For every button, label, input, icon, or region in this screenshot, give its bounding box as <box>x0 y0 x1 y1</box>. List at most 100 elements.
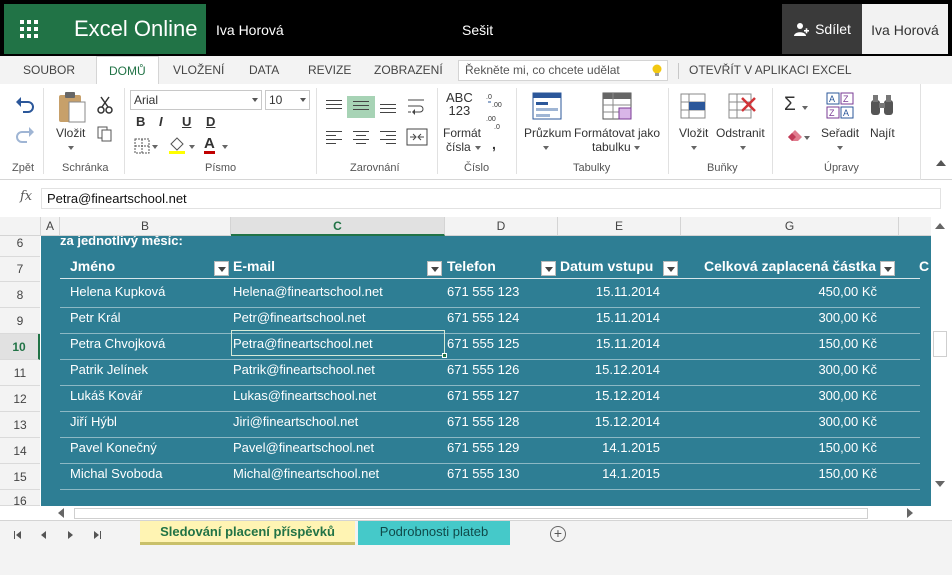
account-button[interactable]: Iva Horová <box>862 4 948 54</box>
scroll-up-icon[interactable] <box>935 223 945 229</box>
cell-email[interactable]: Jiri@fineartschool.net <box>233 414 358 429</box>
filter-dropdown-phone[interactable] <box>541 261 556 276</box>
fill-handle[interactable] <box>442 353 447 358</box>
font-color-dropdown-arrow[interactable] <box>222 145 228 149</box>
cell-amount[interactable]: 150,00 Kč <box>818 466 877 481</box>
align-center-button[interactable] <box>353 131 369 144</box>
column-header-b[interactable]: B <box>60 217 231 236</box>
borders-icon[interactable] <box>134 138 150 154</box>
add-sheet-button[interactable]: + <box>550 526 566 542</box>
share-button[interactable]: Sdílet <box>782 4 862 54</box>
fill-color-icon[interactable] <box>168 136 186 154</box>
cell-amount[interactable]: 150,00 Kč <box>818 440 877 455</box>
formula-input[interactable]: Petra@fineartschool.net <box>41 188 941 209</box>
cell-name[interactable]: Jiří Hýbl <box>70 414 117 429</box>
cell-phone[interactable]: 671 555 125 <box>447 336 519 351</box>
align-top-button[interactable] <box>326 100 342 109</box>
paste-label[interactable]: Vložit <box>56 126 85 140</box>
cell-email[interactable]: Patrik@fineartschool.net <box>233 362 375 377</box>
paste-icon[interactable] <box>57 90 87 124</box>
filter-dropdown-date[interactable] <box>663 261 678 276</box>
cell-amount[interactable]: 300,00 Kč <box>818 362 877 377</box>
cell-amount[interactable]: 300,00 Kč <box>818 388 877 403</box>
number-format-dropdown-arrow[interactable] <box>475 146 481 150</box>
align-right-button[interactable] <box>380 131 396 144</box>
column-header-d[interactable]: D <box>445 217 558 236</box>
align-left-button[interactable] <box>326 131 342 144</box>
filter-dropdown-amount[interactable] <box>880 261 895 276</box>
cell-email[interactable]: Pavel@fineartschool.net <box>233 440 374 455</box>
row-header-8[interactable]: 8 <box>0 282 40 308</box>
cell-phone[interactable]: 671 555 124 <box>447 310 519 325</box>
fill-color-dropdown-arrow[interactable] <box>189 145 195 149</box>
row-header-14[interactable]: 14 <box>0 438 40 464</box>
italic-button[interactable]: I <box>159 114 163 129</box>
autosum-dropdown-arrow[interactable] <box>802 106 808 110</box>
cell-email[interactable]: Michal@fineartschool.net <box>233 466 379 481</box>
delete-cells-dropdown-arrow[interactable] <box>740 146 746 150</box>
tab-zobrazeni[interactable]: ZOBRAZENÍ <box>374 56 443 84</box>
insert-cells-icon[interactable] <box>680 92 706 120</box>
function-icon[interactable]: fx <box>20 189 40 209</box>
app-name[interactable]: Excel Online <box>54 4 206 54</box>
eraser-icon[interactable] <box>786 128 804 142</box>
cell-name[interactable]: Patrik Jelínek <box>70 362 148 377</box>
spreadsheet-grid[interactable]: za jednotlivý měsíc: Jméno E-mail Telefo… <box>41 236 931 506</box>
open-in-excel-link[interactable]: OTEVŘÍT V APLIKACI EXCEL <box>689 56 852 84</box>
tab-domu[interactable]: DOMŮ <box>96 56 159 84</box>
row-header-6[interactable]: 6 <box>0 236 40 257</box>
document-name[interactable]: Sešit <box>462 0 493 56</box>
format-as-table-label-2[interactable]: tabulku <box>592 140 631 154</box>
number-format-label-2[interactable]: čísla <box>446 140 471 154</box>
cell-email[interactable]: Lukas@fineartschool.net <box>233 388 376 403</box>
row-header-16[interactable]: 16 <box>0 490 40 506</box>
vertical-scrollbar[interactable] <box>931 217 952 506</box>
last-sheet-icon[interactable] <box>94 531 99 539</box>
cell-phone[interactable]: 671 555 126 <box>447 362 519 377</box>
active-cell-outline[interactable] <box>231 330 445 356</box>
filter-dropdown-name[interactable] <box>214 261 229 276</box>
app-launcher-button[interactable] <box>4 4 54 54</box>
scroll-left-icon[interactable] <box>58 508 64 518</box>
next-sheet-icon[interactable] <box>68 531 73 539</box>
cell-date[interactable]: 15.12.2014 <box>595 414 660 429</box>
cut-icon[interactable] <box>97 96 113 114</box>
cell-date[interactable]: 15.11.2014 <box>596 284 660 299</box>
sort-dropdown-arrow[interactable] <box>837 146 843 150</box>
survey-label[interactable]: Průzkum <box>524 126 571 140</box>
row-header-11[interactable]: 11 <box>0 360 40 386</box>
sort-filter-icon[interactable]: A Z Z A <box>826 92 854 120</box>
align-bottom-button[interactable] <box>380 104 396 113</box>
column-header-g[interactable]: G <box>681 217 899 236</box>
align-middle-button[interactable] <box>353 101 369 110</box>
cell-date[interactable]: 15.11.2014 <box>596 336 660 351</box>
insert-cells-dropdown-arrow[interactable] <box>691 146 697 150</box>
double-underline-button[interactable]: D <box>206 114 215 129</box>
copy-icon[interactable] <box>97 126 113 142</box>
column-header-c[interactable]: C <box>231 217 445 236</box>
delete-cells-icon[interactable] <box>728 92 756 120</box>
survey-icon[interactable] <box>532 92 562 120</box>
scroll-down-icon[interactable] <box>935 481 945 487</box>
cell-name[interactable]: Lukáš Kovář <box>70 388 142 403</box>
number-format-label-1[interactable]: Formát <box>443 126 481 140</box>
row-header-9[interactable]: 9 <box>0 308 40 334</box>
decrease-decimal-icon[interactable]: .00 .0 <box>486 112 504 130</box>
cell-date[interactable]: 15.11.2014 <box>596 310 660 325</box>
undo-icon[interactable] <box>15 96 35 114</box>
tell-me-search-input[interactable]: Řekněte mi, co chcete udělat <box>458 60 668 81</box>
tab-revize[interactable]: REVIZE <box>308 56 351 84</box>
cell-date[interactable]: 15.12.2014 <box>595 388 660 403</box>
cell-amount[interactable]: 300,00 Kč <box>818 414 877 429</box>
format-as-table-icon[interactable] <box>602 92 632 120</box>
select-all-corner[interactable] <box>0 217 41 236</box>
merge-center-icon[interactable] <box>406 128 428 146</box>
format-as-table-label-1[interactable]: Formátovat jako <box>574 126 660 140</box>
cell-date[interactable]: 14.1.2015 <box>602 466 660 481</box>
cell-name[interactable]: Helena Kupková <box>70 284 165 299</box>
sort-label[interactable]: Seřadit <box>821 126 859 140</box>
insert-cells-label[interactable]: Vložit <box>679 126 708 140</box>
cell-phone[interactable]: 671 555 129 <box>447 440 519 455</box>
comma-style-button[interactable]: , <box>492 136 496 152</box>
format-as-table-dropdown-arrow[interactable] <box>634 146 640 150</box>
